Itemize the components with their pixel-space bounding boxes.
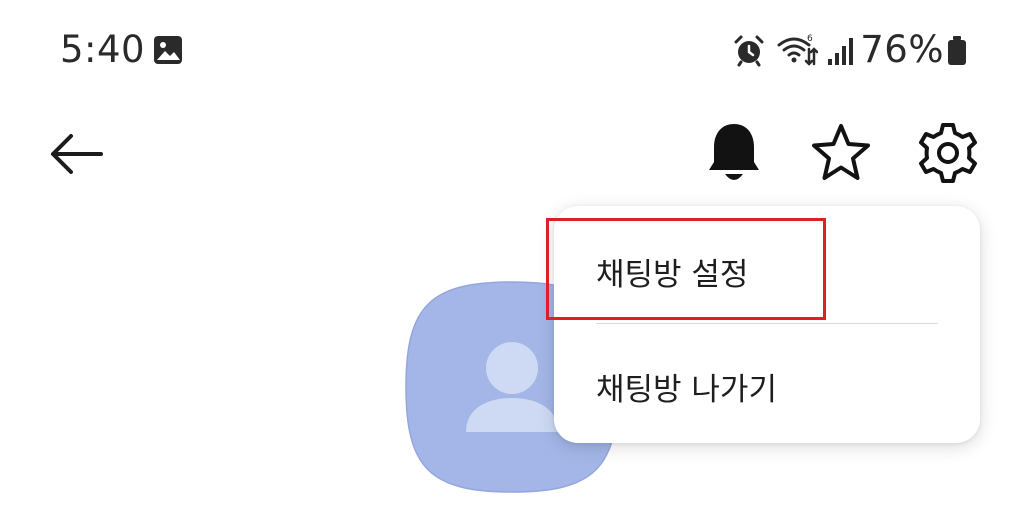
settings-button[interactable]	[913, 118, 983, 188]
signal-icon	[828, 38, 854, 65]
menu-item-chatroom-settings[interactable]: 채팅방 설정	[554, 216, 980, 326]
back-button[interactable]	[44, 122, 108, 186]
star-icon	[812, 124, 870, 180]
status-time: 5:40	[60, 28, 146, 71]
wifi-icon: 6	[777, 34, 819, 66]
favorite-button[interactable]	[806, 118, 876, 188]
gallery-icon	[154, 36, 182, 64]
alarm-icon	[734, 35, 764, 67]
svg-text:6: 6	[807, 34, 813, 44]
gear-icon	[919, 123, 977, 183]
status-icons: 6 76%	[732, 26, 968, 74]
status-bar: 5:40 6 76%	[0, 0, 1024, 100]
overflow-menu: 채팅방 설정 채팅방 나가기	[554, 206, 980, 443]
menu-item-leave-chatroom[interactable]: 채팅방 나가기	[554, 331, 980, 441]
screen: 5:40 6 76% 채팅방 설정 채팅방 나가기	[0, 0, 1024, 532]
menu-item-label: 채팅방 설정	[596, 256, 749, 293]
battery-icon	[948, 36, 966, 65]
menu-divider	[596, 323, 938, 324]
notification-button[interactable]	[702, 118, 766, 188]
bell-icon	[709, 124, 759, 180]
menu-item-label: 채팅방 나가기	[596, 371, 777, 408]
back-arrow-icon	[51, 134, 103, 174]
battery-percentage: 76%	[860, 28, 944, 71]
